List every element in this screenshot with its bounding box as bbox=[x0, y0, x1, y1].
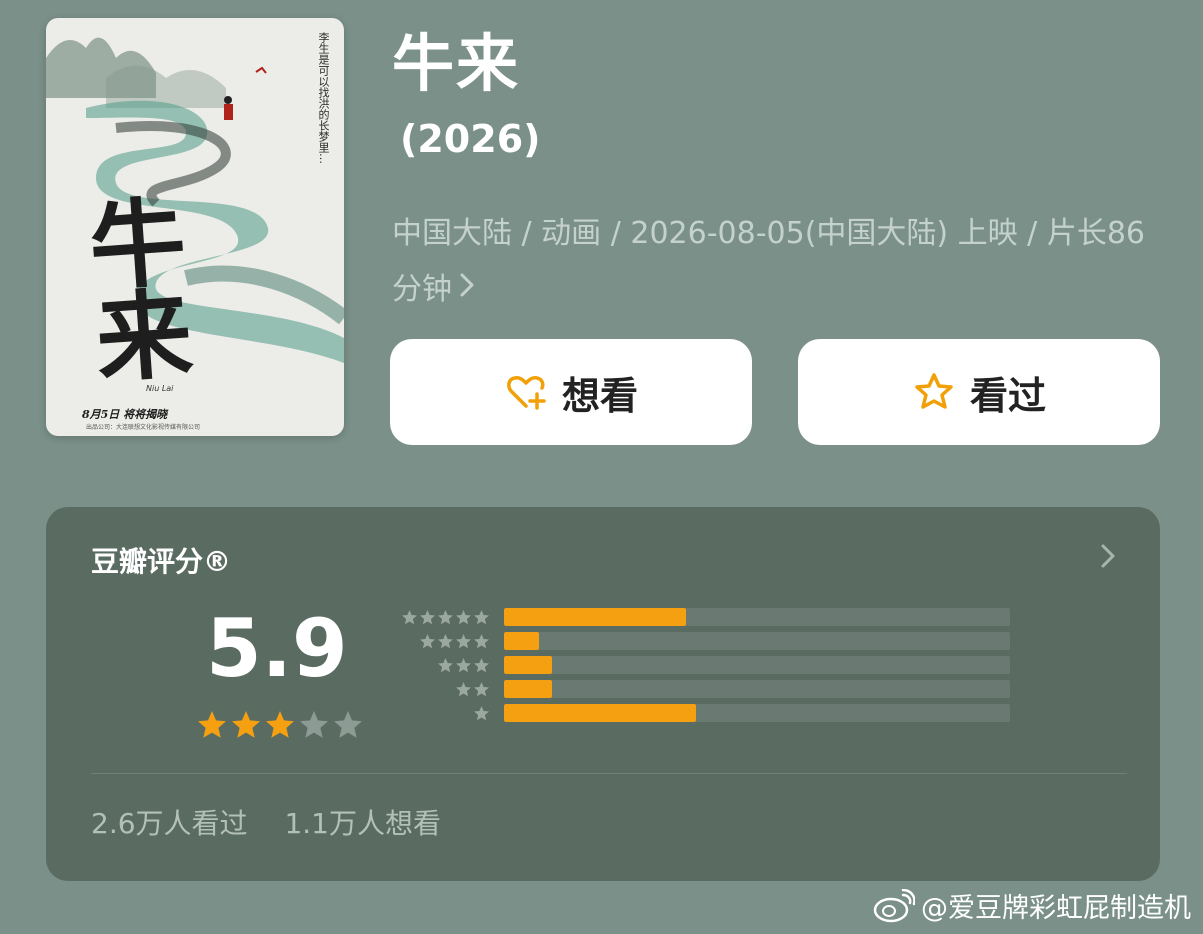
distribution-bar-track bbox=[504, 704, 1010, 722]
distribution-bar-track bbox=[504, 608, 1010, 626]
star-filled-icon bbox=[266, 711, 294, 738]
distribution-stars bbox=[384, 609, 490, 626]
distribution-row bbox=[384, 701, 1010, 725]
weibo-watermark: @爱豆牌彩虹屁制造机 bbox=[873, 886, 1191, 925]
mini-star-icon bbox=[474, 633, 489, 648]
watched-label: 看过 bbox=[969, 373, 1046, 418]
chevron-right-icon[interactable] bbox=[1100, 543, 1116, 573]
poster-release-line: 8月5日 将将揭晓 bbox=[82, 408, 168, 421]
want-count: 1.1万人想看 bbox=[284, 807, 441, 840]
mini-star-icon bbox=[438, 609, 453, 624]
rating-header: 豆瓣评分® bbox=[91, 545, 232, 578]
distribution-row bbox=[384, 629, 1010, 653]
poster-english-title: Niu Lai bbox=[146, 384, 174, 393]
poster-title-calligraphy: 牛来 bbox=[69, 190, 196, 383]
mini-star-icon bbox=[474, 657, 489, 672]
mini-star-icon bbox=[456, 681, 471, 696]
movie-title: 牛来 bbox=[392, 27, 521, 100]
star-outline-icon bbox=[912, 370, 956, 414]
rating-stats: 2.6万人看过 1.1万人想看 bbox=[91, 802, 469, 842]
movie-year: (2026) bbox=[400, 117, 541, 161]
mini-star-icon bbox=[456, 657, 471, 672]
weibo-logo-icon bbox=[873, 888, 916, 923]
red-figure bbox=[224, 104, 233, 120]
distribution-stars bbox=[384, 657, 490, 674]
distribution-row bbox=[384, 677, 1010, 701]
star-filled-icon bbox=[232, 711, 260, 738]
star-empty-icon bbox=[334, 711, 362, 738]
watched-button[interactable]: 看过 bbox=[798, 339, 1160, 445]
movie-meta-link[interactable]: 中国大陆 / 动画 / 2026-08-05(中国大陆) 上映 / 片长86分钟 bbox=[392, 206, 1152, 318]
distribution-row bbox=[384, 605, 1010, 629]
divider bbox=[91, 773, 1127, 774]
mini-star-icon bbox=[474, 705, 489, 720]
distribution-stars bbox=[384, 705, 490, 722]
distribution-stars bbox=[384, 681, 490, 698]
mini-star-icon bbox=[420, 633, 435, 648]
rating-panel[interactable]: 豆瓣评分® 5.9 2.6万人看过 1.1万人想看 bbox=[46, 507, 1160, 881]
distribution-row bbox=[384, 653, 1010, 677]
distribution-bar bbox=[504, 632, 540, 650]
poster-tagline: 李生是可以找洪的长梦里… bbox=[317, 32, 330, 164]
movie-poster[interactable]: 李生是可以找洪的长梦里… 牛来 Niu Lai 8月5日 将将揭晓 出品公司：大… bbox=[46, 18, 344, 436]
mini-star-icon bbox=[456, 633, 471, 648]
mini-star-icon bbox=[438, 657, 453, 672]
distribution-bar-track bbox=[504, 680, 1010, 698]
chevron-right-icon bbox=[458, 262, 476, 318]
mini-star-icon bbox=[474, 609, 489, 624]
mini-star-icon bbox=[438, 633, 453, 648]
distribution-bar-track bbox=[504, 656, 1010, 674]
distribution-bar-track bbox=[504, 632, 1010, 650]
star-empty-icon bbox=[300, 711, 328, 738]
rating-distribution bbox=[384, 605, 1010, 725]
want-to-watch-button[interactable]: 想看 bbox=[390, 339, 752, 445]
mini-star-icon bbox=[456, 609, 471, 624]
mini-star-icon bbox=[402, 609, 417, 624]
seen-count: 2.6万人看过 bbox=[91, 807, 248, 840]
distribution-bar bbox=[504, 656, 553, 674]
rating-score: 5.9 bbox=[206, 602, 348, 695]
mini-star-icon bbox=[420, 609, 435, 624]
mini-star-icon bbox=[474, 681, 489, 696]
distribution-bar bbox=[504, 704, 697, 722]
watermark-text: @爱豆牌彩虹屁制造机 bbox=[921, 893, 1191, 924]
distribution-bar bbox=[504, 608, 687, 626]
distribution-stars bbox=[384, 633, 490, 650]
want-to-watch-label: 想看 bbox=[561, 373, 638, 418]
movie-meta-text: 中国大陆 / 动画 / 2026-08-05(中国大陆) 上映 / 片长86分钟 bbox=[392, 216, 1146, 307]
rating-stars bbox=[196, 709, 364, 741]
distribution-bar bbox=[504, 680, 553, 698]
star-filled-icon bbox=[198, 711, 226, 738]
poster-credit-line: 出品公司：大连联想文化影视传媒有限公司 bbox=[86, 424, 201, 431]
heart-plus-icon bbox=[504, 370, 548, 414]
